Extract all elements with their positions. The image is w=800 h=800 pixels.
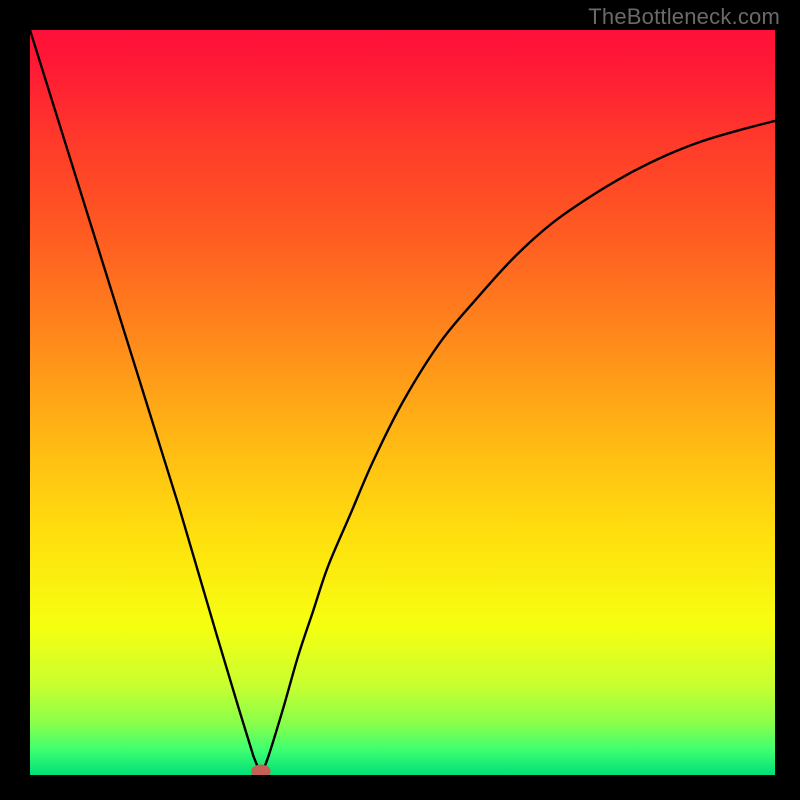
outer-frame: TheBottleneck.com — [0, 0, 800, 800]
bottleneck-chart — [30, 30, 775, 775]
watermark-text: TheBottleneck.com — [588, 4, 780, 30]
plot-area — [30, 30, 775, 775]
